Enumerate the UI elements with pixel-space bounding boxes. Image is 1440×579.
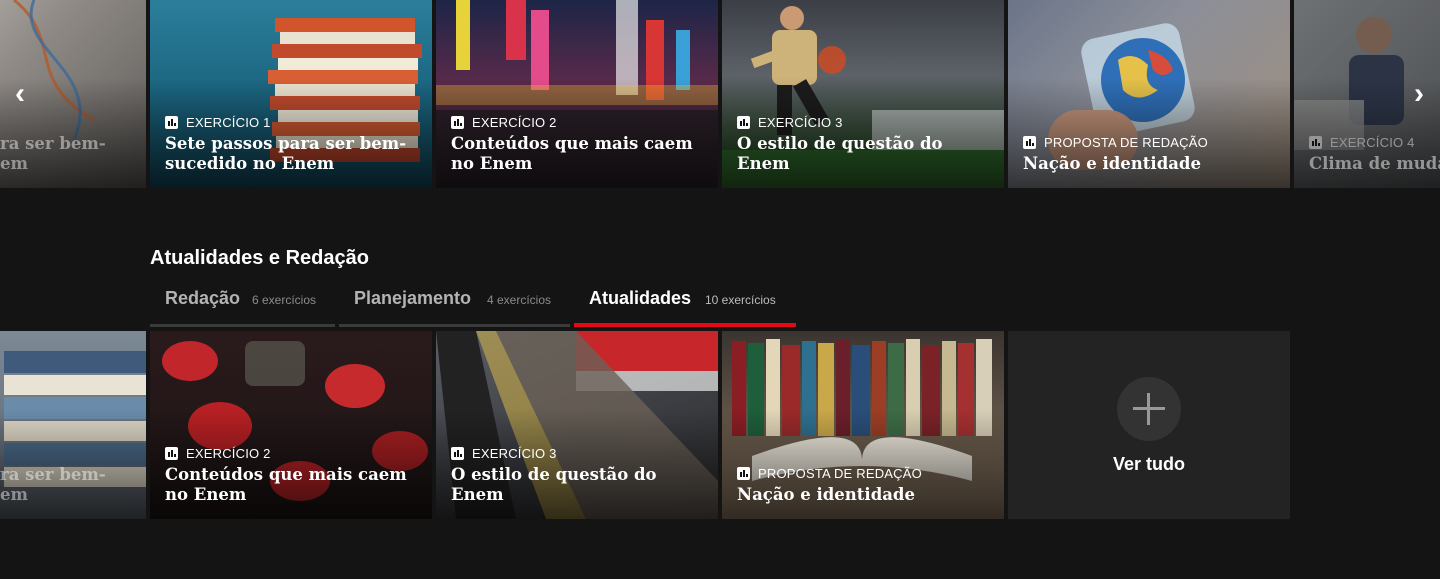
see-all-label: Ver tudo: [1112, 454, 1185, 474]
card-title: O estilo de questão do Enem: [451, 465, 657, 504]
tab-label: Planejamento: [354, 288, 472, 308]
carousel-row-bottom: ra ser bem- em EXERCÍCIO 2 Conteúdos que…: [0, 331, 1440, 519]
chevron-left-icon: ‹: [15, 77, 25, 110]
carousel-card-partial-left[interactable]: ra ser bem- em: [0, 331, 146, 519]
exercise-icon: [451, 116, 464, 129]
card-tag: EXERCÍCIO 4: [1330, 135, 1415, 150]
card-title: Sete passos para ser bem- sucedido no En…: [165, 134, 407, 173]
card-title: Conteúdos que mais caem no Enem: [451, 134, 693, 173]
card-title: ra ser bem- em: [0, 134, 106, 173]
card-title: Conteúdos que mais caem no Enem: [165, 465, 407, 504]
tab-underline: [150, 324, 335, 327]
card-tag: PROPOSTA DE REDAÇÃO: [758, 466, 922, 481]
card-title: Clima de muda: [1309, 154, 1440, 173]
card-tag: EXERCÍCIO 3: [758, 115, 843, 130]
carousel-card[interactable]: PROPOSTA DE REDAÇÃO Nação e identidade: [1008, 0, 1290, 188]
carousel-row-top: ra ser bem- em EXERCÍCIO 1 Sete passos p…: [0, 0, 1440, 188]
card-tag: PROPOSTA DE REDAÇÃO: [1044, 135, 1208, 150]
tab-count: 6 exercícios: [252, 293, 317, 307]
card-title: O estilo de questão do Enem: [737, 134, 943, 173]
tab-count: 4 exercícios: [487, 293, 552, 307]
section-title: Atualidades e Redação: [150, 247, 369, 269]
card-tag: EXERCÍCIO 1: [186, 115, 271, 130]
card-tag: EXERCÍCIO 2: [472, 115, 557, 130]
exercise-icon: [165, 447, 178, 460]
exercise-icon: [451, 447, 464, 460]
carousel-card[interactable]: EXERCÍCIO 3 O estilo de questão do Enem: [436, 331, 718, 519]
tab-label: Atualidades: [589, 288, 692, 308]
card-tag: EXERCÍCIO 3: [472, 446, 557, 461]
exercise-icon: [737, 467, 750, 480]
exercise-icon: [737, 116, 750, 129]
plus-icon: [1117, 377, 1181, 441]
carousel-prev-button[interactable]: ‹: [8, 77, 32, 110]
see-all-card[interactable]: Ver tudo: [1008, 331, 1290, 519]
tab-redacao[interactable]: Redação 6 exercícios: [150, 285, 335, 327]
carousel-card[interactable]: EXERCÍCIO 2 Conteúdos que mais caem no E…: [436, 0, 718, 188]
carousel-card[interactable]: EXERCÍCIO 2 Conteúdos que mais caem no E…: [150, 331, 432, 519]
exercise-icon: [1309, 136, 1322, 149]
tab-label: Redação: [165, 288, 241, 308]
chevron-right-icon: ›: [1414, 77, 1424, 110]
card-title: ra ser bem- em: [0, 465, 106, 504]
tab-count: 10 exercícios: [705, 293, 776, 307]
carousel-next-button[interactable]: ›: [1407, 77, 1431, 110]
tab-underline: [339, 324, 570, 327]
exercise-icon: [1023, 136, 1036, 149]
exercise-icon: [165, 116, 178, 129]
tab-underline-active: [574, 323, 796, 327]
carousel-card[interactable]: EXERCÍCIO 1 Sete passos para ser bem- su…: [150, 0, 432, 188]
card-title: Nação e identidade: [737, 485, 915, 504]
carousel-card[interactable]: EXERCÍCIO 3 O estilo de questão do Enem: [722, 0, 1004, 188]
tab-atualidades[interactable]: Atualidades 10 exercícios: [574, 285, 796, 327]
carousel-card[interactable]: PROPOSTA DE REDAÇÃO Nação e identidade: [722, 331, 1004, 519]
card-tag: EXERCÍCIO 2: [186, 446, 271, 461]
card-title: Nação e identidade: [1023, 154, 1201, 173]
tab-planejamento[interactable]: Planejamento 4 exercícios: [339, 285, 570, 327]
